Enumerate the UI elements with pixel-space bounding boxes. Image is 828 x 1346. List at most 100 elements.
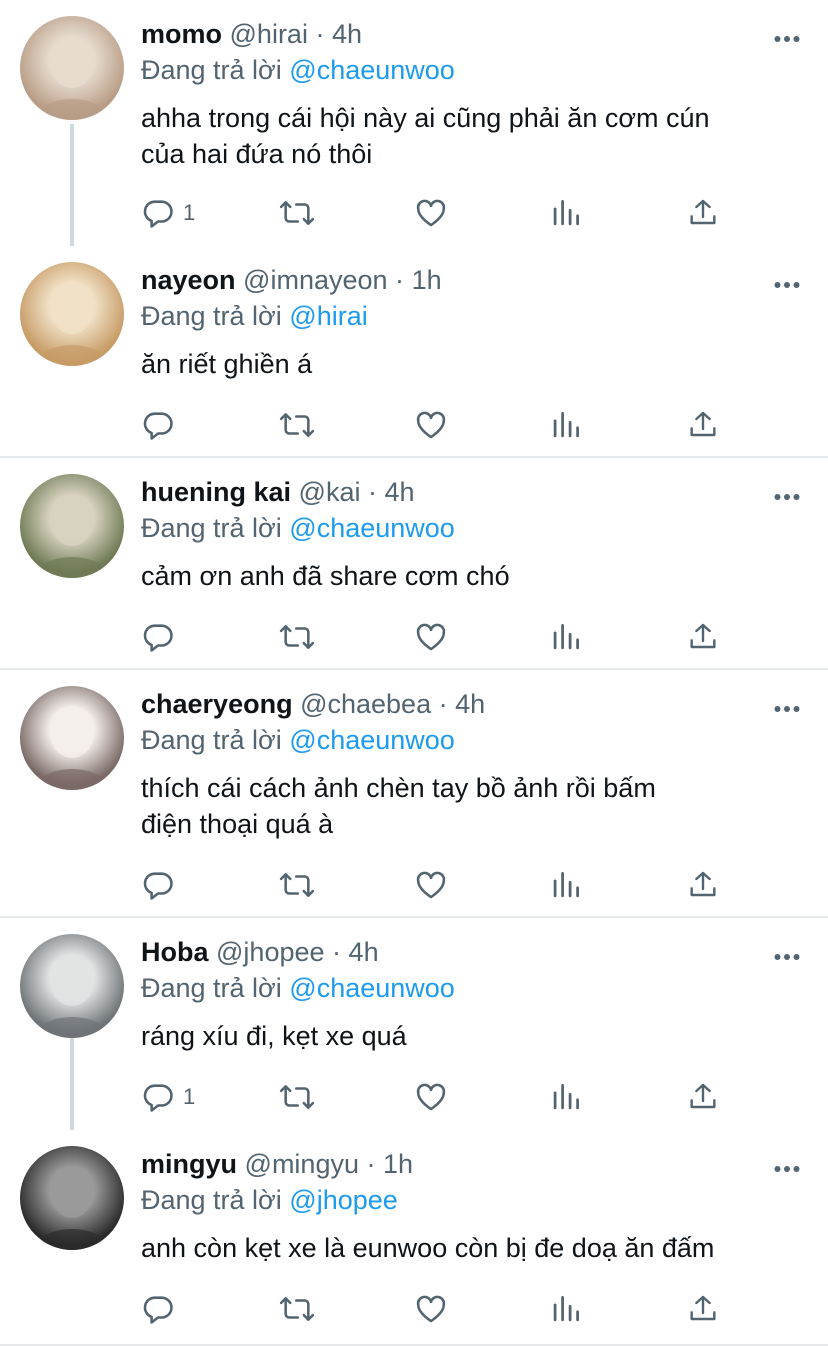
share-button[interactable]	[687, 408, 719, 442]
display-name[interactable]: nayeon	[141, 265, 236, 295]
like-button[interactable]	[414, 1292, 448, 1326]
replying-to-label: Đang trả lời	[141, 513, 282, 543]
share-button[interactable]	[687, 868, 719, 902]
like-button[interactable]	[414, 620, 448, 654]
analytics-button[interactable]	[551, 620, 581, 654]
avatar[interactable]	[20, 474, 124, 578]
avatar[interactable]	[20, 1146, 124, 1250]
replying-to-label: Đang trả lời	[141, 973, 282, 1003]
tweet-header: nayeon @imnayeon · 1h	[141, 263, 442, 297]
timestamp[interactable]: 1h	[412, 265, 442, 295]
more-icon	[774, 948, 800, 965]
like-button[interactable]	[414, 868, 448, 902]
analytics-button[interactable]	[551, 1080, 581, 1114]
more-button[interactable]	[774, 1160, 800, 1172]
tweet[interactable]: mingyu @mingyu · 1h Đang trả lời @jhopee a…	[0, 1130, 828, 1346]
reply-icon	[141, 868, 175, 902]
retweet-button[interactable]	[278, 1080, 316, 1114]
action-bar	[141, 408, 741, 442]
like-button[interactable]	[414, 196, 448, 230]
more-button[interactable]	[774, 488, 800, 500]
timestamp[interactable]: 1h	[383, 1149, 413, 1179]
handle[interactable]: @hirai	[230, 19, 308, 49]
avatar-photo	[34, 494, 110, 578]
tweet[interactable]: nayeon @imnayeon · 1h Đang trả lời @hirai…	[0, 246, 828, 458]
share-button[interactable]	[687, 1080, 719, 1114]
handle[interactable]: @chaebea	[300, 689, 431, 719]
share-icon	[687, 1080, 719, 1114]
replying-to-label: Đang trả lời	[141, 55, 282, 85]
like-button[interactable]	[414, 1080, 448, 1114]
retweet-button[interactable]	[278, 868, 316, 902]
share-icon	[687, 196, 719, 230]
reply-feed: momo @hirai · 4h Đang trả lời @chaeunwoo a…	[0, 0, 828, 1346]
action-bar	[141, 1292, 741, 1326]
tweet-text: anh còn kẹt xe là eunwoo còn bị đe doạ ă…	[141, 1233, 715, 1263]
display-name[interactable]: Hoba	[141, 937, 209, 967]
analytics-button[interactable]	[551, 1292, 581, 1326]
heart-icon	[414, 1080, 448, 1114]
avatar[interactable]	[20, 262, 124, 366]
tweet[interactable]: momo @hirai · 4h Đang trả lời @chaeunwoo a…	[0, 0, 828, 246]
reply-button[interactable]	[141, 1292, 175, 1326]
retweet-button[interactable]	[278, 196, 316, 230]
handle[interactable]: @kai	[299, 477, 361, 507]
retweet-button[interactable]	[278, 1292, 316, 1326]
mention-link[interactable]: @chaeunwoo	[289, 973, 455, 1003]
mention-link[interactable]: @hirai	[289, 301, 367, 331]
tweet[interactable]: chaeryeong @chaebea · 4h Đang trả lời @ch…	[0, 670, 828, 918]
handle[interactable]: @mingyu	[245, 1149, 359, 1179]
more-button[interactable]	[774, 700, 800, 712]
avatar[interactable]	[20, 16, 124, 120]
retweet-icon	[278, 868, 316, 902]
display-name[interactable]: mingyu	[141, 1149, 237, 1179]
more-button[interactable]	[774, 30, 800, 42]
separator-dot: ·	[438, 689, 448, 719]
share-button[interactable]	[687, 1292, 719, 1326]
tweet[interactable]: huening kai @kai · 4h Đang trả lời @chaeu…	[0, 458, 828, 670]
thread-line	[70, 124, 74, 246]
display-name[interactable]: momo	[141, 19, 222, 49]
tweet-text: cảm ơn anh đã share cơm chó	[141, 561, 510, 591]
display-name[interactable]: huening kai	[141, 477, 291, 507]
more-button[interactable]	[774, 948, 800, 960]
tweet[interactable]: Hoba @jhopee · 4h Đang trả lời @chaeunwoo…	[0, 918, 828, 1130]
like-button[interactable]	[414, 408, 448, 442]
analytics-button[interactable]	[551, 868, 581, 902]
avatar[interactable]	[20, 686, 124, 790]
display-name[interactable]: chaeryeong	[141, 689, 293, 719]
replying-to-label: Đang trả lời	[141, 1185, 282, 1215]
separator-dot: ·	[368, 477, 377, 507]
separator-dot: ·	[395, 265, 405, 295]
reply-button[interactable]: 1	[141, 196, 195, 230]
timestamp[interactable]: 4h	[349, 937, 379, 967]
more-icon	[774, 488, 800, 505]
avatar[interactable]	[20, 934, 124, 1038]
tweet-text: thích cái cách ảnh chèn tay bồ ảnh rồi b…	[141, 773, 656, 839]
avatar-photo	[34, 954, 110, 1038]
share-icon	[687, 1292, 719, 1326]
reply-button[interactable]: 1	[141, 1080, 195, 1114]
mention-link[interactable]: @chaeunwoo	[289, 725, 455, 755]
reply-button[interactable]	[141, 408, 175, 442]
tweet-header: Hoba @jhopee · 4h	[141, 935, 379, 969]
handle[interactable]: @imnayeon	[243, 265, 387, 295]
analytics-button[interactable]	[551, 408, 581, 442]
mention-link[interactable]: @jhopee	[289, 1185, 398, 1215]
mention-link[interactable]: @chaeunwoo	[289, 513, 455, 543]
analytics-button[interactable]	[551, 196, 581, 230]
retweet-button[interactable]	[278, 408, 316, 442]
reply-button[interactable]	[141, 620, 175, 654]
timestamp[interactable]: 4h	[332, 19, 362, 49]
timestamp[interactable]: 4h	[385, 477, 415, 507]
timestamp[interactable]: 4h	[455, 689, 485, 719]
more-button[interactable]	[774, 276, 800, 288]
mention-link[interactable]: @chaeunwoo	[289, 55, 455, 85]
handle[interactable]: @jhopee	[216, 937, 325, 967]
replying-to: Đang trả lời @chaeunwoo	[141, 53, 455, 87]
share-button[interactable]	[687, 620, 719, 654]
reply-button[interactable]	[141, 868, 175, 902]
share-button[interactable]	[687, 196, 719, 230]
separator-dot: ·	[315, 19, 325, 49]
retweet-button[interactable]	[278, 620, 316, 654]
